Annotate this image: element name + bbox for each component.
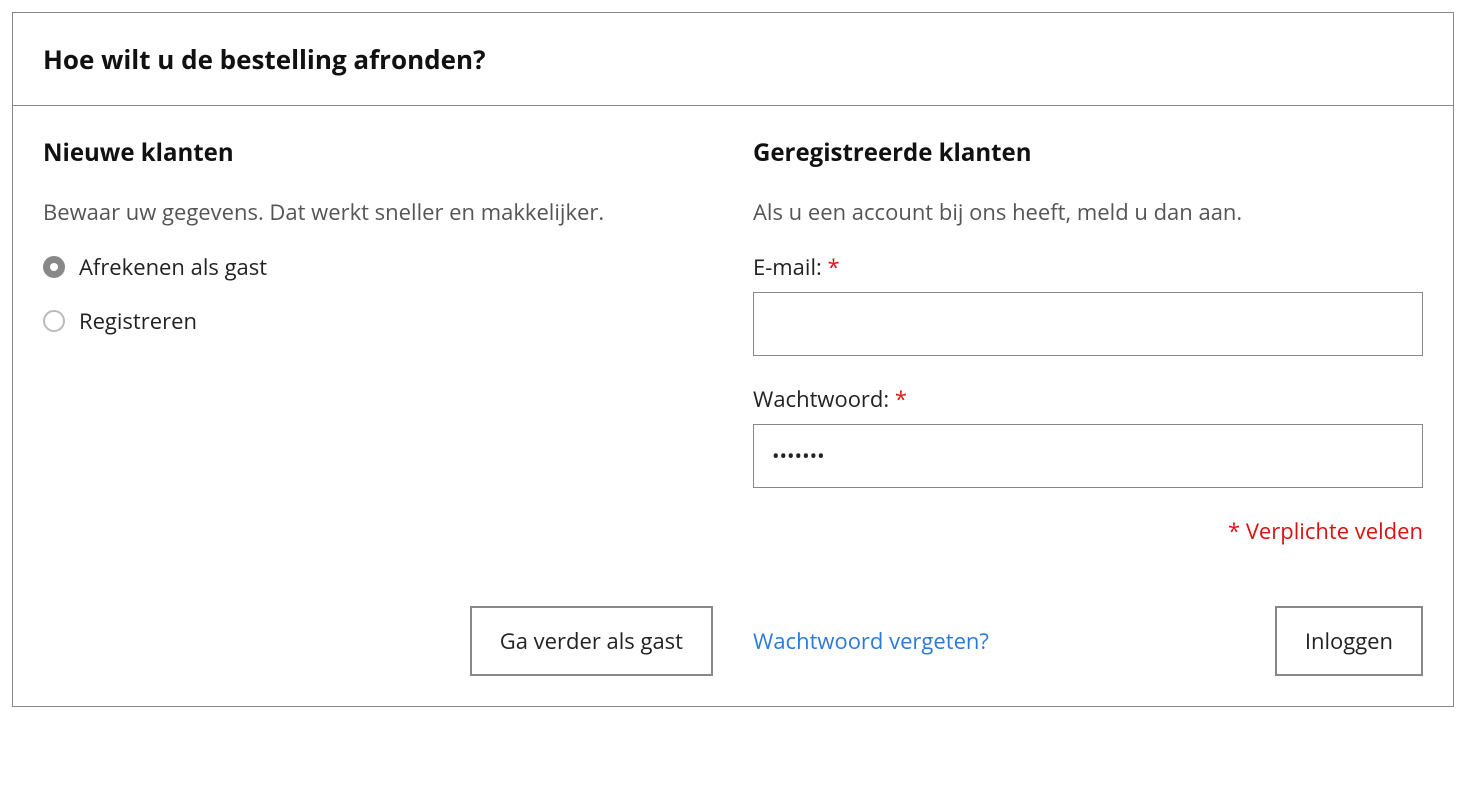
forgot-password-link[interactable]: Wachtwoord vergeten?: [753, 626, 989, 656]
new-customers-column: Nieuwe klanten Bewaar uw gegevens. Dat w…: [43, 136, 713, 676]
password-label-text: Wachtwoord:: [753, 384, 889, 414]
radio-register[interactable]: Registreren: [43, 306, 713, 336]
required-star-icon: *: [828, 252, 840, 282]
password-input[interactable]: [753, 424, 1423, 488]
checkout-method-panel: Hoe wilt u de bestelling afronden? Nieuw…: [12, 12, 1454, 707]
radio-guest[interactable]: Afrekenen als gast: [43, 252, 713, 282]
radio-dot-icon: [43, 256, 65, 278]
radio-register-label: Registreren: [79, 306, 197, 336]
required-star-icon: *: [895, 384, 907, 414]
panel-title: Hoe wilt u de bestelling afronden?: [43, 41, 1423, 77]
password-form-field: Wachtwoord: *: [753, 384, 1423, 488]
continue-as-guest-button[interactable]: Ga verder als gast: [470, 606, 713, 676]
checkout-method-radio-group: Afrekenen als gast Registreren: [43, 252, 713, 336]
radio-guest-label: Afrekenen als gast: [79, 252, 267, 282]
panel-header: Hoe wilt u de bestelling afronden?: [13, 13, 1453, 106]
email-form-field: E-mail: *: [753, 252, 1423, 356]
email-label-text: E-mail:: [753, 252, 822, 282]
registered-customers-lead: Als u een account bij ons heeft, meld u …: [753, 197, 1423, 228]
registered-customers-actions: Wachtwoord vergeten? Inloggen: [753, 606, 1423, 676]
radio-dot-icon: [43, 310, 65, 332]
email-input[interactable]: [753, 292, 1423, 356]
password-label: Wachtwoord: *: [753, 384, 1423, 414]
email-label: E-mail: *: [753, 252, 1423, 282]
panel-body: Nieuwe klanten Bewaar uw gegevens. Dat w…: [13, 106, 1453, 706]
login-button[interactable]: Inloggen: [1275, 606, 1423, 676]
required-fields-note: * Verplichte velden: [753, 516, 1423, 546]
new-customers-lead: Bewaar uw gegevens. Dat werkt sneller en…: [43, 197, 713, 228]
registered-customers-heading: Geregistreerde klanten: [753, 136, 1423, 169]
registered-customers-column: Geregistreerde klanten Als u een account…: [753, 136, 1423, 676]
new-customers-heading: Nieuwe klanten: [43, 136, 713, 169]
new-customers-actions: Ga verder als gast: [43, 546, 713, 676]
